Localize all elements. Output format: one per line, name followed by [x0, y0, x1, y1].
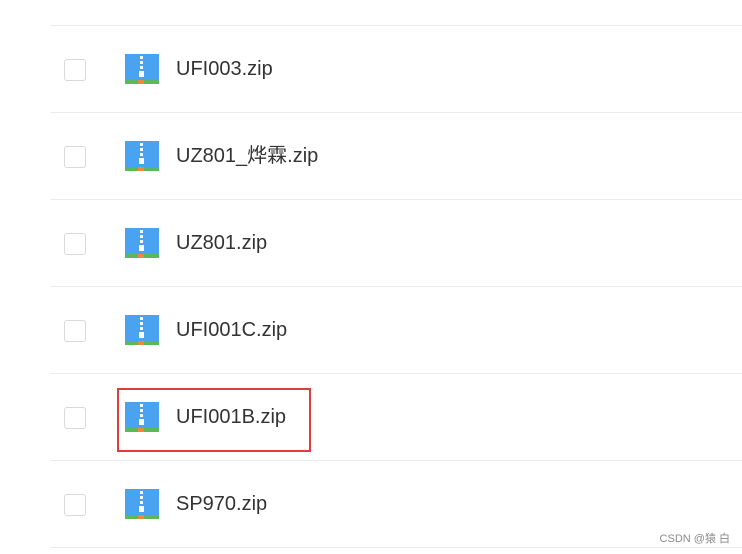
file-name[interactable]: UZ801.zip	[176, 231, 267, 255]
file-name[interactable]: UFI001C.zip	[176, 318, 287, 342]
row-divider	[50, 547, 742, 548]
file-list: UFI003.zip UZ801_烨霖.zip UZ801.zip UFI001…	[50, 0, 742, 554]
file-row[interactable]: SP970.zip	[50, 461, 742, 547]
row-checkbox[interactable]	[64, 233, 86, 255]
zip-file-icon	[125, 315, 159, 345]
zip-file-icon	[125, 141, 159, 171]
zip-file-icon	[125, 54, 159, 84]
watermark: CSDN @猿 白	[659, 533, 730, 545]
file-name[interactable]: SP970.zip	[176, 492, 267, 516]
file-name[interactable]: UFI001B.zip	[176, 405, 286, 429]
zip-file-icon	[125, 489, 159, 519]
row-checkbox[interactable]	[64, 320, 86, 342]
file-row[interactable]: UFI003.zip	[50, 26, 742, 112]
file-name[interactable]: UFI003.zip	[176, 57, 273, 81]
row-checkbox[interactable]	[64, 494, 86, 516]
zip-file-icon	[125, 228, 159, 258]
row-checkbox[interactable]	[64, 407, 86, 429]
file-row[interactable]: UFI001C.zip	[50, 287, 742, 373]
row-checkbox[interactable]	[64, 59, 86, 81]
row-checkbox[interactable]	[64, 146, 86, 168]
file-row[interactable]: UZ801.zip	[50, 200, 742, 286]
zip-file-icon	[125, 402, 159, 432]
file-row[interactable]: UZ801_烨霖.zip	[50, 113, 742, 199]
file-row[interactable]: UFI001B.zip	[50, 374, 742, 460]
file-name[interactable]: UZ801_烨霖.zip	[176, 144, 318, 168]
